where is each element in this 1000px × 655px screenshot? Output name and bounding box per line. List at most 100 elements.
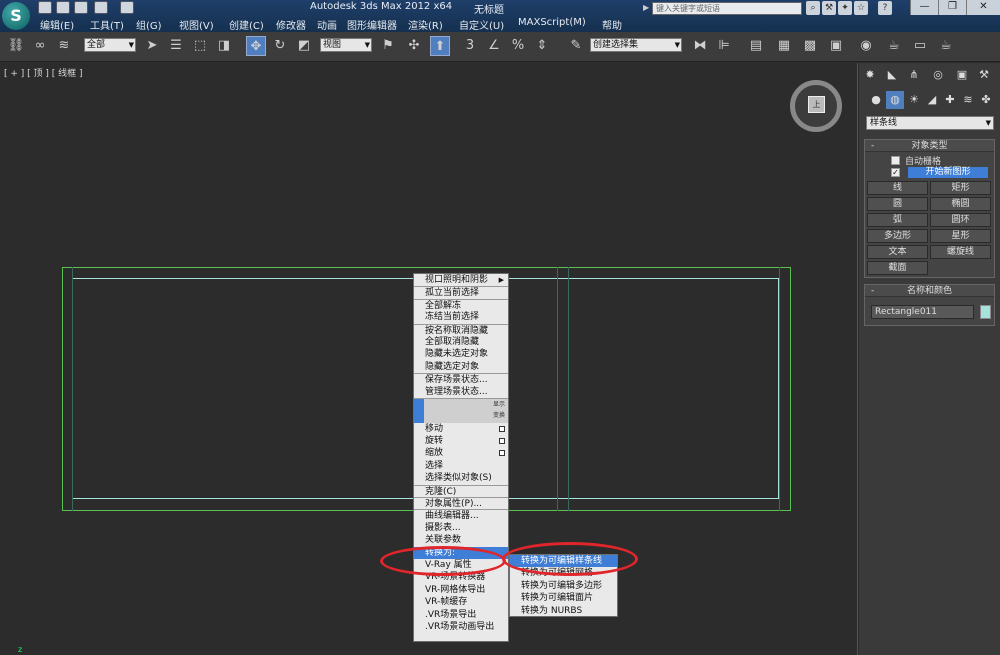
mirror-icon[interactable]: ⧓ (690, 36, 710, 56)
geometry-icon[interactable]: ● (867, 91, 885, 109)
helix-button[interactable]: 螺旋线 (930, 245, 991, 259)
viewcube-top-face[interactable]: 上 (808, 96, 825, 113)
hierarchy-tab-icon[interactable]: ⋔ (905, 66, 923, 84)
menu-scale[interactable]: 缩放 (414, 447, 508, 459)
object-color-swatch[interactable] (980, 305, 991, 319)
menu-dope-sheet[interactable]: 摄影表... (414, 522, 508, 534)
exchange-icon[interactable]: ✦ (838, 1, 852, 15)
menu-save-scene-state[interactable]: 保存场景状态... (414, 373, 508, 385)
arc-button[interactable]: 弧 (867, 213, 928, 227)
menu-help[interactable]: 帮助 (602, 17, 622, 32)
shapes-icon[interactable]: ◍ (886, 91, 904, 109)
rectangle-button[interactable]: 矩形 (930, 181, 991, 195)
select-object-icon[interactable]: ➤ (142, 36, 162, 56)
object-type-rollout-header[interactable]: - 对象类型 (865, 140, 994, 152)
menu-vray-scene-export[interactable]: .VR场景导出 (414, 609, 508, 621)
rendered-frame-icon[interactable]: ▭ (910, 36, 930, 56)
link-icon[interactable]: ⛓ (6, 36, 26, 56)
render-setup-icon[interactable]: ☕ (884, 36, 904, 56)
section-button[interactable]: 截面 (867, 261, 928, 275)
viewcube[interactable]: 上 (790, 80, 842, 132)
selection-filter-dropdown[interactable]: 全部 (84, 38, 136, 52)
redo-icon[interactable] (120, 1, 134, 14)
start-new-shape-button[interactable]: 开始新图形 (908, 167, 988, 178)
minimize-button[interactable]: — (910, 0, 938, 15)
help-icon[interactable]: ? (878, 1, 892, 15)
unlink-icon[interactable]: ∞ (30, 36, 50, 56)
wrench-icon[interactable]: ⚒ (822, 1, 836, 15)
menu-viewport-lighting[interactable]: 视口照明和阴影 ▶ (414, 274, 508, 286)
menu-group[interactable]: 组(G) (136, 17, 162, 32)
menu-vray-animation-export[interactable]: .VR场景动画导出 (414, 621, 508, 633)
menu-move[interactable]: 移动 (414, 423, 508, 435)
render-production-icon[interactable]: ☕ (936, 36, 956, 56)
open-file-icon[interactable] (56, 1, 70, 14)
window-crossing-icon[interactable]: ◨ (214, 36, 234, 56)
curve-editor-icon[interactable]: ▩ (800, 36, 820, 56)
spinner-snap-icon[interactable]: ⇕ (532, 36, 552, 56)
save-file-icon[interactable] (74, 1, 88, 14)
maximize-button[interactable]: ❐ (938, 0, 966, 15)
donut-button[interactable]: 圆环 (930, 213, 991, 227)
ellipse-button[interactable]: 椭圆 (930, 197, 991, 211)
select-manipulate-icon[interactable]: ✣ (404, 36, 424, 56)
menu-hide-selection[interactable]: 隐藏选定对象 (414, 361, 508, 373)
named-selection-dropdown[interactable]: 创建选择集 (590, 38, 682, 52)
menu-manage-scene-states[interactable]: 管理场景状态... (414, 386, 508, 398)
menu-unhide-all[interactable]: 全部取消隐藏 (414, 336, 508, 348)
search-arrow-icon[interactable]: ▶ (643, 3, 649, 12)
menu-select[interactable]: 选择 (414, 460, 508, 472)
menu-clone[interactable]: 克隆(C) (414, 484, 508, 497)
lights-icon[interactable]: ☀ (905, 91, 923, 109)
star-icon[interactable]: ☆ (854, 1, 868, 15)
material-editor-icon[interactable]: ◉ (856, 36, 876, 56)
menu-vray-frame-buffer[interactable]: VR-帧缓存 (414, 596, 508, 608)
graphite-tools-icon[interactable]: ▦ (774, 36, 794, 56)
menu-graph-editors[interactable]: 图形编辑器 (347, 17, 397, 32)
viewport-label[interactable]: [ + ] [ 顶 ] [ 线框 ] (4, 66, 83, 79)
name-color-rollout-header[interactable]: - 名称和颜色 (865, 285, 994, 297)
settings-box-icon[interactable] (499, 450, 505, 457)
search-input[interactable]: 键入关键字或短语 (652, 2, 802, 15)
menu-select-similar[interactable]: 选择类似对象(S) (414, 472, 508, 484)
menu-freeze-selection[interactable]: 冻结当前选择 (414, 311, 508, 323)
object-category-dropdown[interactable]: 样条线 (866, 116, 994, 130)
line-button[interactable]: 线 (867, 181, 928, 195)
menu-object-properties[interactable]: 对象属性(P)... (414, 497, 508, 509)
text-button[interactable]: 文本 (867, 245, 928, 259)
keyboard-shortcut-override-icon[interactable]: ⬆ (430, 36, 450, 56)
menu-rendering[interactable]: 渲染(R) (408, 17, 443, 32)
bind-space-warp-icon[interactable]: ≋ (54, 36, 74, 56)
snaps-toggle-icon[interactable]: 3 (460, 36, 480, 56)
select-rotate-icon[interactable]: ↻ (270, 36, 290, 56)
menu-curve-editor[interactable]: 曲线编辑器... (414, 509, 508, 521)
close-button[interactable]: ✕ (966, 0, 1000, 15)
cameras-icon[interactable]: ◢ (923, 91, 941, 109)
star-button[interactable]: 星形 (930, 229, 991, 243)
menu-convert-editable-poly[interactable]: 转换为可编辑多边形 (510, 580, 617, 592)
menu-unhide-by-name[interactable]: 按名称取消隐藏 (414, 323, 508, 336)
modify-tab-icon[interactable]: ◣ (883, 66, 901, 84)
menu-views[interactable]: 视图(V) (179, 17, 214, 32)
menu-modifiers[interactable]: 修改器 (276, 17, 306, 32)
edit-named-selection-icon[interactable]: ✎ (566, 36, 586, 56)
binoculars-icon[interactable]: ⌕ (806, 1, 820, 15)
motion-tab-icon[interactable]: ◎ (929, 66, 947, 84)
new-file-icon[interactable] (38, 1, 52, 14)
select-by-name-icon[interactable]: ☰ (166, 36, 186, 56)
menu-rotate[interactable]: 旋转 (414, 435, 508, 447)
menu-convert-nurbs[interactable]: 转换为 NURBS (510, 605, 617, 617)
systems-icon[interactable]: ✤ (977, 91, 995, 109)
menu-convert-editable-patch[interactable]: 转换为可编辑面片 (510, 592, 617, 604)
utilities-tab-icon[interactable]: ⚒ (975, 66, 993, 84)
menu-wire-parameters[interactable]: 关联参数 (414, 534, 508, 546)
menu-animation[interactable]: 动画 (317, 17, 337, 32)
helpers-icon[interactable]: ✚ (941, 91, 959, 109)
reference-coordinate-dropdown[interactable]: 视图 (320, 38, 372, 52)
autogrid-checkbox[interactable] (891, 156, 900, 165)
menu-edit[interactable]: 编辑(E) (40, 17, 74, 32)
menu-tools[interactable]: 工具(T) (90, 17, 124, 32)
menu-vray-mesh-export[interactable]: VR-网格体导出 (414, 584, 508, 596)
rectangular-selection-icon[interactable]: ⬚ (190, 36, 210, 56)
schematic-view-icon[interactable]: ▣ (826, 36, 846, 56)
